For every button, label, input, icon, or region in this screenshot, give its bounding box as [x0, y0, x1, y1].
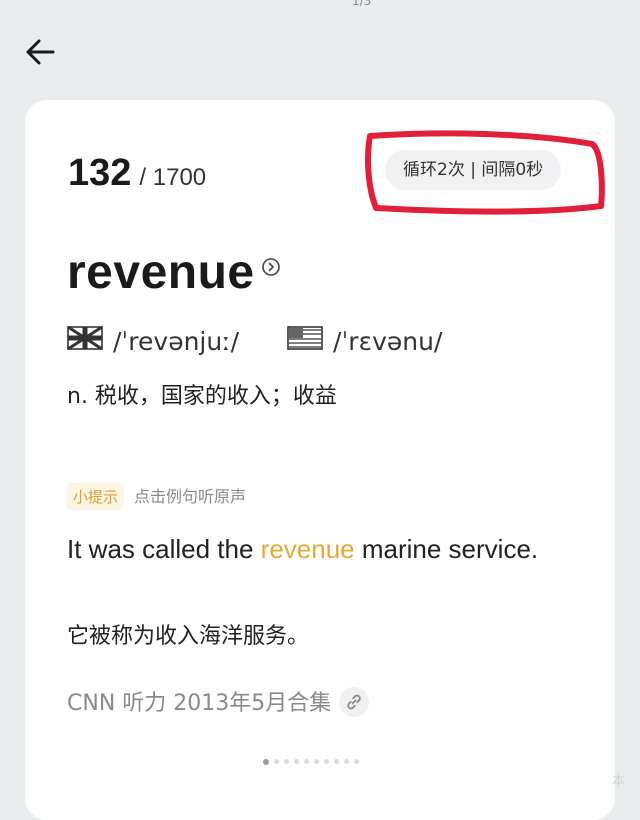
link-button[interactable]	[339, 687, 370, 717]
page-dot[interactable]	[324, 759, 329, 764]
current-index: 132	[68, 152, 132, 194]
sentence-before: It was called the	[67, 534, 261, 564]
phonetic-us[interactable]: /ˈrɛvənu/	[333, 327, 442, 356]
back-button[interactable]	[22, 34, 58, 70]
word-card: 132 / 1700 循环2次 | 间隔0秒 revenue /ˈrevənjuː…	[25, 100, 615, 820]
us-flag-icon[interactable]	[287, 326, 323, 356]
phonetic-uk[interactable]: /ˈrevənjuː/	[113, 327, 239, 356]
page-dot[interactable]	[304, 759, 309, 764]
word-heading: revenue	[67, 245, 281, 300]
source-label[interactable]: CNN 听力 2013年5月合集	[67, 691, 331, 716]
hint-row: 小提示 点击例句听原声	[67, 483, 246, 510]
definition: n. 税收，国家的收入；收益	[67, 384, 337, 409]
source-row: CNN 听力 2013年5月合集	[67, 685, 370, 719]
page-dot[interactable]	[334, 759, 339, 764]
page-dot[interactable]	[314, 759, 319, 764]
circle-chevron-right-icon[interactable]	[261, 257, 281, 277]
corner-mark: 本	[612, 774, 626, 789]
page-dot[interactable]	[294, 759, 299, 764]
link-icon	[347, 694, 361, 710]
vocabulary-word[interactable]: revenue	[67, 245, 255, 300]
status-top-mark: 1/3	[352, 0, 372, 8]
progress-counter: 132 / 1700	[68, 152, 206, 195]
example-sentence[interactable]: It was called the revenue marine service…	[67, 532, 567, 567]
page-dot[interactable]	[344, 759, 349, 764]
total-count: / 1700	[139, 164, 207, 191]
uk-flag-icon[interactable]	[67, 325, 103, 356]
sentence-translation: 它被称为收入海洋服务。	[67, 624, 310, 649]
page-dot[interactable]	[274, 759, 279, 764]
phonetics-row: /ˈrevənjuː/ /ˈrɛvənu/	[67, 325, 442, 356]
loop-setting-button[interactable]: 循环2次 | 间隔0秒	[385, 150, 562, 190]
hint-text: 点击例句听原声	[134, 487, 247, 506]
page-dot[interactable]	[263, 758, 269, 765]
page-dot[interactable]	[284, 759, 289, 764]
page-dot[interactable]	[354, 759, 359, 764]
sentence-highlight-word: revenue	[260, 534, 355, 564]
page-indicator	[263, 751, 364, 765]
sentence-after: marine service.	[354, 534, 539, 564]
arrow-left-icon	[26, 39, 55, 65]
hint-tag: 小提示	[67, 483, 125, 510]
